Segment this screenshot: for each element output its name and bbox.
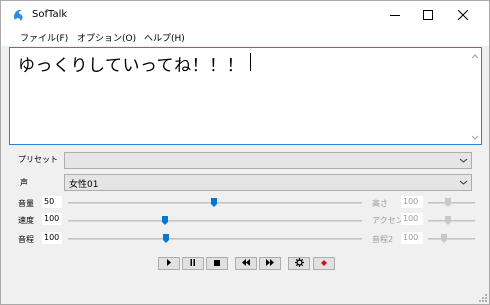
pitch2-slider-track — [428, 238, 475, 240]
pitch-slider-track[interactable] — [68, 238, 362, 240]
rewind-icon — [241, 258, 251, 269]
stop-button[interactable] — [206, 257, 228, 270]
height-slider-thumb — [445, 198, 451, 207]
pitch2-slider-thumb — [441, 234, 447, 243]
accent-value: 100 — [401, 213, 423, 225]
menu-options[interactable]: オプション(O) — [77, 31, 136, 44]
speech-text: ゆっくりしていってね！！！ — [18, 56, 245, 76]
maximize-button[interactable] — [409, 1, 447, 29]
pitch-label: 音程 — [18, 235, 34, 244]
rewind-button[interactable] — [235, 257, 257, 270]
close-button[interactable] — [444, 1, 482, 29]
pitch-slider-thumb[interactable] — [163, 234, 169, 243]
speed-slider-thumb[interactable] — [162, 216, 168, 225]
volume-slider-thumb[interactable] — [211, 198, 217, 207]
title-bar: SofTalk — [1, 1, 489, 29]
softalk-logo-icon — [12, 8, 26, 22]
minimize-icon — [390, 10, 400, 20]
softalk-window: SofTalk ファイル(F) オプション(O) ヘルプ(H) ゆっくりしていっ… — [0, 0, 490, 305]
voice-select[interactable]: 女性01 — [64, 174, 472, 191]
resize-grip-icon[interactable] — [477, 292, 487, 302]
stop-icon — [214, 259, 220, 269]
record-button[interactable] — [313, 257, 335, 270]
record-icon — [321, 259, 327, 269]
settings-button[interactable] — [288, 257, 310, 270]
preset-select[interactable] — [64, 152, 472, 169]
vertical-scrollbar[interactable] — [468, 48, 481, 144]
height-slider-track — [428, 202, 475, 204]
status-bar — [1, 287, 489, 304]
height-value: 100 — [401, 196, 423, 208]
menu-file[interactable]: ファイル(F) — [20, 31, 68, 44]
maximize-icon — [423, 10, 433, 20]
volume-label: 音量 — [18, 199, 34, 208]
close-icon — [458, 10, 468, 20]
pause-icon — [190, 258, 196, 269]
play-icon — [166, 258, 172, 269]
pitch-value[interactable]: 100 — [42, 232, 62, 244]
pitch2-value: 100 — [401, 232, 423, 244]
voice-value: 女性01 — [69, 180, 99, 190]
accent-slider-thumb — [445, 216, 451, 225]
pause-button[interactable] — [182, 257, 204, 270]
menu-bar: ファイル(F) オプション(O) ヘルプ(H) — [1, 29, 489, 46]
scroll-down-icon[interactable] — [471, 134, 479, 140]
chevron-down-icon — [459, 179, 468, 186]
speed-label: 速度 — [18, 216, 34, 225]
window-title: SofTalk — [32, 9, 68, 20]
text-caret — [250, 53, 251, 71]
chevron-down-icon — [459, 157, 468, 164]
menu-help[interactable]: ヘルプ(H) — [144, 31, 185, 44]
scroll-up-icon[interactable] — [471, 52, 479, 59]
accent-slider-track — [428, 220, 475, 222]
height-label: 高さ — [372, 199, 388, 208]
speed-slider-track[interactable] — [68, 220, 362, 222]
speed-value[interactable]: 100 — [42, 213, 62, 225]
settings-icon — [294, 257, 304, 270]
pitch2-label: 音程2 — [372, 235, 394, 244]
voice-label: 声 — [20, 178, 28, 187]
preset-label: プリセット — [18, 155, 58, 164]
speech-text-area[interactable]: ゆっくりしていってね！！！ — [9, 47, 482, 145]
fast-forward-icon — [265, 258, 275, 269]
play-button[interactable] — [158, 257, 180, 270]
volume-value[interactable]: 50 — [42, 196, 62, 208]
fast-forward-button[interactable] — [259, 257, 281, 270]
